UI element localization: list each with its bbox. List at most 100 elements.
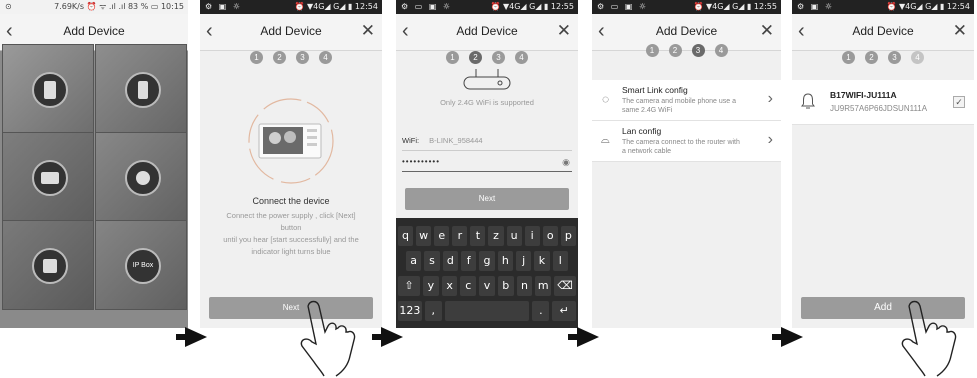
device-tile-doorbell-panel[interactable] bbox=[2, 44, 94, 134]
ip-box-icon: IP Box bbox=[125, 248, 161, 284]
device-tile-ip-camera[interactable] bbox=[95, 132, 187, 222]
page-title: Add Device bbox=[260, 24, 322, 38]
key[interactable]: e bbox=[434, 226, 450, 246]
key[interactable]: f bbox=[460, 251, 477, 271]
flow-arrow-icon bbox=[185, 327, 207, 347]
step-indicator: 1 2 3 4 bbox=[592, 44, 781, 57]
option-desc: same 2.4G WiFi bbox=[622, 107, 673, 114]
screen-device-found: ⚙ ▣ ☼ ⏰ ▼4G◢ G◢ ▮ 12:54 ‹ Add Device ✕ 1… bbox=[792, 0, 974, 328]
numbers-key[interactable]: 123 bbox=[398, 301, 422, 321]
monitor-ring-illustration bbox=[248, 98, 334, 184]
key[interactable]: j bbox=[515, 251, 532, 271]
status-right: ⏰ ▼4G◢ G◢ ▮ 12:55 bbox=[693, 2, 777, 11]
keyboard-row-1: q w e r t z u i o p bbox=[398, 226, 576, 246]
key[interactable]: l bbox=[552, 251, 568, 271]
key[interactable]: y bbox=[423, 276, 439, 296]
device-name: B17WIFI-JU111A bbox=[830, 90, 897, 100]
step-3: 3 bbox=[888, 51, 901, 64]
key[interactable]: i bbox=[524, 226, 540, 246]
key[interactable]: q bbox=[398, 226, 414, 246]
device-tile-ip-box[interactable]: IP Box bbox=[95, 220, 187, 310]
header: ‹ Add Device ✕ bbox=[792, 14, 974, 51]
chevron-right-icon: › bbox=[767, 131, 773, 148]
status-bar: ⚙ ▭ ▣ ☼ ⏰ ▼4G◢ G◢ ▮ 12:55 bbox=[592, 0, 781, 14]
cloud-icon: ⌓ bbox=[601, 134, 610, 146]
close-icon[interactable]: ✕ bbox=[953, 20, 967, 42]
monitor-icon bbox=[32, 160, 68, 196]
key[interactable]: g bbox=[479, 251, 495, 271]
camera-icon bbox=[125, 160, 161, 196]
key[interactable]: a bbox=[406, 251, 422, 271]
flow-arrow-icon bbox=[577, 327, 599, 347]
status-icons: ⚙ ▭ ▣ ☼ bbox=[401, 2, 453, 11]
comma-key[interactable]: , bbox=[424, 301, 442, 321]
key[interactable]: n bbox=[516, 276, 533, 296]
soft-keyboard: q w e r t z u i o p a s d f g h j k l ⇧ … bbox=[396, 218, 578, 328]
option-desc: The camera and mobile phone use a bbox=[622, 98, 737, 105]
step-1: 1 bbox=[645, 44, 659, 57]
flow-arrow-icon bbox=[381, 327, 403, 347]
wifi-field[interactable]: WiFi: B-LINK_958444 bbox=[402, 136, 572, 151]
key[interactable]: z bbox=[488, 226, 504, 246]
status-icons: ⚙ ▣ ☼ bbox=[205, 2, 242, 11]
status-bar: ⚙ ▭ ▣ ☼ ⏰ ▼4G◢ G◢ ▮ 12:55 bbox=[396, 0, 578, 14]
key[interactable]: t bbox=[470, 226, 486, 246]
option-desc: a network cable bbox=[622, 148, 672, 155]
step-indicator: 1 2 3 4 bbox=[792, 51, 974, 64]
key[interactable]: c bbox=[460, 276, 477, 296]
header: ‹ Add Device ✕ bbox=[200, 14, 382, 51]
key[interactable]: h bbox=[497, 251, 513, 271]
device-tile-indoor-monitor[interactable] bbox=[2, 132, 94, 222]
option-title: Smart Link config bbox=[622, 85, 688, 95]
step-2: 2 bbox=[865, 51, 878, 64]
device-tile-wall-unit[interactable] bbox=[2, 220, 94, 310]
option-lan-config[interactable]: ⌓ Lan config The camera connect to the r… bbox=[592, 121, 781, 162]
key[interactable]: u bbox=[506, 226, 522, 246]
step-indicator: 1 2 3 4 bbox=[396, 51, 578, 64]
close-icon[interactable]: ✕ bbox=[361, 20, 375, 42]
close-icon[interactable]: ✕ bbox=[557, 20, 571, 42]
enter-key[interactable]: ↵ bbox=[552, 301, 576, 321]
step-1: 1 bbox=[250, 51, 263, 64]
key[interactable]: d bbox=[442, 251, 458, 271]
key[interactable]: s bbox=[424, 251, 440, 271]
instruction-line: until you hear [start successfully] and … bbox=[223, 235, 359, 244]
status-icons: ⚙ ▣ ☼ bbox=[797, 2, 834, 11]
key[interactable]: r bbox=[452, 226, 468, 246]
step-4: 4 bbox=[714, 44, 728, 57]
next-button[interactable]: Next bbox=[405, 188, 569, 210]
wifi-value: B-LINK_958444 bbox=[429, 136, 483, 145]
key[interactable]: v bbox=[479, 276, 495, 296]
key[interactable]: x bbox=[441, 276, 458, 296]
space-key[interactable] bbox=[444, 301, 530, 321]
key[interactable]: p bbox=[560, 226, 576, 246]
option-smart-link[interactable]: ◌ Smart Link config The camera and mobil… bbox=[592, 80, 781, 121]
flow-arrow-icon bbox=[781, 327, 803, 347]
key[interactable]: m bbox=[535, 276, 552, 296]
wall-unit-icon bbox=[32, 248, 68, 284]
key[interactable]: o bbox=[542, 226, 558, 246]
device-checkbox[interactable]: ✓ bbox=[953, 96, 965, 108]
backspace-key[interactable]: ⌫ bbox=[554, 276, 577, 296]
device-tile-video-doorbell[interactable] bbox=[95, 44, 187, 134]
wifi-support-note: Only 2.4G WiFi is supported bbox=[440, 98, 534, 107]
password-field[interactable]: •••••••••• ◉ bbox=[402, 157, 572, 172]
close-icon[interactable]: ✕ bbox=[760, 20, 774, 42]
ip-box-label: IP Box bbox=[132, 262, 154, 269]
connect-heading: Connect the device bbox=[252, 196, 330, 206]
chevron-right-icon: › bbox=[767, 90, 773, 107]
instruction-line: button bbox=[280, 223, 302, 232]
key[interactable]: k bbox=[534, 251, 550, 271]
period-key[interactable]: . bbox=[532, 301, 550, 321]
device-list-item[interactable]: B17WIFI-JU111A JU9R57A6P66JDSUN111A ✓ bbox=[792, 80, 974, 125]
instruction-line: indicator light turns blue bbox=[251, 247, 331, 256]
key[interactable]: b bbox=[497, 276, 514, 296]
step-1: 1 bbox=[842, 51, 855, 64]
eye-icon[interactable]: ◉ bbox=[562, 157, 570, 168]
step-2: 2 bbox=[273, 51, 286, 64]
key[interactable]: w bbox=[416, 226, 432, 246]
option-desc: The camera connect to the router with bbox=[622, 139, 740, 146]
status-right: 7.69K/s ⏰ ᯤ .ıl .ıl 83 % ▭ 10:15 bbox=[54, 2, 184, 11]
shift-key[interactable]: ⇧ bbox=[398, 276, 420, 296]
status-icons: ⚙ ▭ ▣ ☼ bbox=[597, 2, 649, 11]
